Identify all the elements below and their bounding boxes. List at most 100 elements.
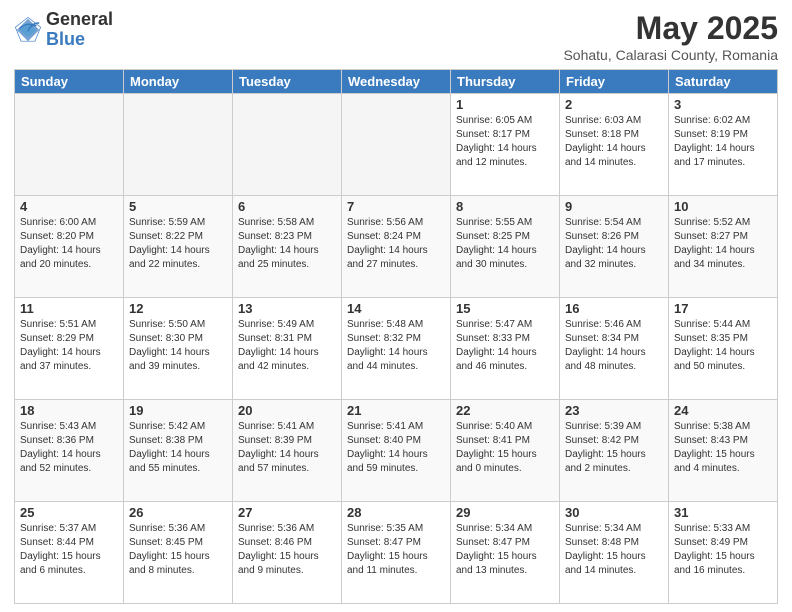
day-number: 1 xyxy=(456,97,554,112)
page: General Blue May 2025 Sohatu, Calarasi C… xyxy=(0,0,792,612)
day-info: Sunrise: 5:41 AM Sunset: 8:40 PM Dayligh… xyxy=(347,420,445,476)
day-info: Sunrise: 5:52 AM Sunset: 8:27 PM Dayligh… xyxy=(674,216,772,272)
day-info: Sunrise: 5:50 AM Sunset: 8:30 PM Dayligh… xyxy=(129,318,227,374)
calendar-cell: 26Sunrise: 5:36 AM Sunset: 8:45 PM Dayli… xyxy=(124,502,233,604)
day-info: Sunrise: 5:48 AM Sunset: 8:32 PM Dayligh… xyxy=(347,318,445,374)
day-info: Sunrise: 5:34 AM Sunset: 8:47 PM Dayligh… xyxy=(456,522,554,578)
day-number: 5 xyxy=(129,199,227,214)
day-number: 21 xyxy=(347,403,445,418)
calendar-cell: 2 Sunrise: 6:03 AM Sunset: 8:18 PM Daylig… xyxy=(560,94,669,196)
calendar-cell: 18 Sunrise: 5:43 AM Sunset: 8:36 PM Dayli… xyxy=(15,400,124,502)
calendar-cell: 21 Sunrise: 5:41 AM Sunset: 8:40 PM Dayli… xyxy=(342,400,451,502)
day-of-week-thursday: Thursday xyxy=(451,70,560,94)
calendar-cell: 15 Sunrise: 5:47 AM Sunset: 8:33 PM Dayli… xyxy=(451,298,560,400)
day-info: Sunrise: 5:34 AM Sunset: 8:48 PM Dayligh… xyxy=(565,522,663,578)
calendar-cell: 14Sunrise: 5:48 AM Sunset: 8:32 PM Dayli… xyxy=(342,298,451,400)
week-row-1: 1 Sunrise: 6:05 AM Sunset: 8:17 PM Daylig… xyxy=(15,94,778,196)
day-number: 23 xyxy=(565,403,663,418)
day-info: Sunrise: 5:51 AM Sunset: 8:29 PM Dayligh… xyxy=(20,318,118,374)
day-number: 20 xyxy=(238,403,336,418)
day-info: Sunrise: 5:42 AM Sunset: 8:38 PM Dayligh… xyxy=(129,420,227,476)
day-info: Sunrise: 5:41 AM Sunset: 8:39 PM Dayligh… xyxy=(238,420,336,476)
week-row-4: 18 Sunrise: 5:43 AM Sunset: 8:36 PM Dayli… xyxy=(15,400,778,502)
location: Sohatu, Calarasi County, Romania xyxy=(563,47,778,63)
header: General Blue May 2025 Sohatu, Calarasi C… xyxy=(14,10,778,63)
day-number: 2 xyxy=(565,97,663,112)
day-info: Sunrise: 5:38 AM Sunset: 8:43 PM Dayligh… xyxy=(674,420,772,476)
day-info: Sunrise: 5:54 AM Sunset: 8:26 PM Dayligh… xyxy=(565,216,663,272)
calendar-cell: 29 Sunrise: 5:34 AM Sunset: 8:47 PM Dayli… xyxy=(451,502,560,604)
month-title: May 2025 xyxy=(563,10,778,47)
day-number: 11 xyxy=(20,301,118,316)
day-info: Sunrise: 5:58 AM Sunset: 8:23 PM Dayligh… xyxy=(238,216,336,272)
day-number: 4 xyxy=(20,199,118,214)
calendar-cell: 9 Sunrise: 5:54 AM Sunset: 8:26 PM Daylig… xyxy=(560,196,669,298)
day-info: Sunrise: 6:03 AM Sunset: 8:18 PM Dayligh… xyxy=(565,114,663,170)
day-info: Sunrise: 5:33 AM Sunset: 8:49 PM Dayligh… xyxy=(674,522,772,578)
day-number: 28 xyxy=(347,505,445,520)
day-of-week-tuesday: Tuesday xyxy=(233,70,342,94)
day-info: Sunrise: 5:44 AM Sunset: 8:35 PM Dayligh… xyxy=(674,318,772,374)
day-number: 31 xyxy=(674,505,772,520)
calendar-cell: 24Sunrise: 5:38 AM Sunset: 8:43 PM Dayli… xyxy=(669,400,778,502)
calendar-cell: 31 Sunrise: 5:33 AM Sunset: 8:49 PM Dayli… xyxy=(669,502,778,604)
day-info: Sunrise: 5:55 AM Sunset: 8:25 PM Dayligh… xyxy=(456,216,554,272)
calendar-table: SundayMondayTuesdayWednesdayThursdayFrid… xyxy=(14,69,778,604)
calendar-cell: 28 Sunrise: 5:35 AM Sunset: 8:47 PM Dayli… xyxy=(342,502,451,604)
day-number: 7 xyxy=(347,199,445,214)
day-number: 8 xyxy=(456,199,554,214)
day-info: Sunrise: 5:36 AM Sunset: 8:45 PM Dayligh… xyxy=(129,522,227,578)
calendar-cell: 6 Sunrise: 5:58 AM Sunset: 8:23 PM Daylig… xyxy=(233,196,342,298)
calendar-cell: 16Sunrise: 5:46 AM Sunset: 8:34 PM Dayli… xyxy=(560,298,669,400)
day-number: 12 xyxy=(129,301,227,316)
calendar-cell: 1 Sunrise: 6:05 AM Sunset: 8:17 PM Daylig… xyxy=(451,94,560,196)
week-row-5: 25 Sunrise: 5:37 AM Sunset: 8:44 PM Dayli… xyxy=(15,502,778,604)
day-of-week-sunday: Sunday xyxy=(15,70,124,94)
calendar-cell: 13Sunrise: 5:49 AM Sunset: 8:31 PM Dayli… xyxy=(233,298,342,400)
calendar-cell: 3Sunrise: 6:02 AM Sunset: 8:19 PM Daylig… xyxy=(669,94,778,196)
calendar-cell: 17Sunrise: 5:44 AM Sunset: 8:35 PM Dayli… xyxy=(669,298,778,400)
day-info: Sunrise: 5:35 AM Sunset: 8:47 PM Dayligh… xyxy=(347,522,445,578)
day-number: 10 xyxy=(674,199,772,214)
day-number: 18 xyxy=(20,403,118,418)
day-info: Sunrise: 5:56 AM Sunset: 8:24 PM Dayligh… xyxy=(347,216,445,272)
calendar-cell: 22 Sunrise: 5:40 AM Sunset: 8:41 PM Dayli… xyxy=(451,400,560,502)
calendar-cell: 8 Sunrise: 5:55 AM Sunset: 8:25 PM Daylig… xyxy=(451,196,560,298)
day-info: Sunrise: 5:40 AM Sunset: 8:41 PM Dayligh… xyxy=(456,420,554,476)
logo-blue-text: Blue xyxy=(46,30,113,50)
day-info: Sunrise: 5:43 AM Sunset: 8:36 PM Dayligh… xyxy=(20,420,118,476)
calendar-cell: 7 Sunrise: 5:56 AM Sunset: 8:24 PM Daylig… xyxy=(342,196,451,298)
day-number: 9 xyxy=(565,199,663,214)
logo-icon xyxy=(14,16,42,44)
logo: General Blue xyxy=(14,10,113,50)
day-number: 30 xyxy=(565,505,663,520)
day-info: Sunrise: 6:05 AM Sunset: 8:17 PM Dayligh… xyxy=(456,114,554,170)
day-info: Sunrise: 5:49 AM Sunset: 8:31 PM Dayligh… xyxy=(238,318,336,374)
day-of-week-monday: Monday xyxy=(124,70,233,94)
day-info: Sunrise: 6:00 AM Sunset: 8:20 PM Dayligh… xyxy=(20,216,118,272)
day-info: Sunrise: 5:36 AM Sunset: 8:46 PM Dayligh… xyxy=(238,522,336,578)
day-number: 27 xyxy=(238,505,336,520)
day-number: 6 xyxy=(238,199,336,214)
calendar-cell: 19Sunrise: 5:42 AM Sunset: 8:38 PM Dayli… xyxy=(124,400,233,502)
day-number: 25 xyxy=(20,505,118,520)
calendar-cell: 5 Sunrise: 5:59 AM Sunset: 8:22 PM Daylig… xyxy=(124,196,233,298)
calendar-cell: 30 Sunrise: 5:34 AM Sunset: 8:48 PM Dayli… xyxy=(560,502,669,604)
day-info: Sunrise: 5:37 AM Sunset: 8:44 PM Dayligh… xyxy=(20,522,118,578)
day-info: Sunrise: 5:59 AM Sunset: 8:22 PM Dayligh… xyxy=(129,216,227,272)
day-number: 16 xyxy=(565,301,663,316)
calendar-cell: 25 Sunrise: 5:37 AM Sunset: 8:44 PM Dayli… xyxy=(15,502,124,604)
calendar-cell xyxy=(15,94,124,196)
calendar-cell: 27 Sunrise: 5:36 AM Sunset: 8:46 PM Dayli… xyxy=(233,502,342,604)
week-row-2: 4 Sunrise: 6:00 AM Sunset: 8:20 PM Daylig… xyxy=(15,196,778,298)
week-row-3: 11 Sunrise: 5:51 AM Sunset: 8:29 PM Dayli… xyxy=(15,298,778,400)
calendar-cell: 20 Sunrise: 5:41 AM Sunset: 8:39 PM Dayli… xyxy=(233,400,342,502)
day-info: Sunrise: 5:47 AM Sunset: 8:33 PM Dayligh… xyxy=(456,318,554,374)
day-number: 15 xyxy=(456,301,554,316)
calendar-header-row: SundayMondayTuesdayWednesdayThursdayFrid… xyxy=(15,70,778,94)
day-info: Sunrise: 6:02 AM Sunset: 8:19 PM Dayligh… xyxy=(674,114,772,170)
day-number: 29 xyxy=(456,505,554,520)
day-of-week-wednesday: Wednesday xyxy=(342,70,451,94)
calendar-cell xyxy=(233,94,342,196)
day-number: 22 xyxy=(456,403,554,418)
